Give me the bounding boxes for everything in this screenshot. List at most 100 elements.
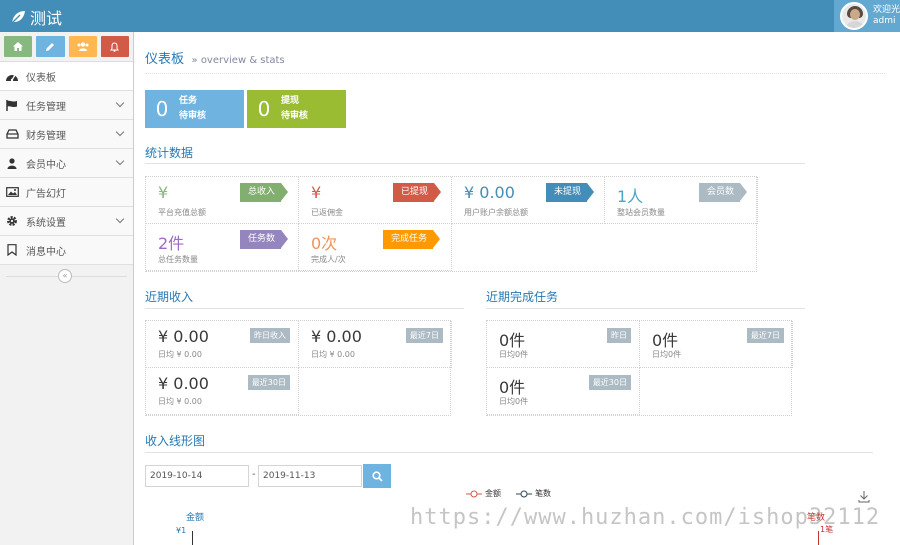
stat-cell-income: ¥ 平台充值总额 总收入 xyxy=(146,177,299,224)
income-desc: 日均 ¥ 0.00 xyxy=(158,350,202,359)
pencil-icon xyxy=(46,42,55,51)
legend-count[interactable]: 笔数 xyxy=(516,488,551,499)
bell-icon xyxy=(110,41,120,52)
chevron-down-icon xyxy=(115,156,125,166)
page-subtitle: » overview & stats xyxy=(191,55,285,66)
infobox-label: 提现 xyxy=(281,96,300,106)
legend-label: 金额 xyxy=(485,489,501,498)
income-value: ¥ 0.00 xyxy=(158,327,209,346)
chart-axis-name: 金额 xyxy=(186,513,205,523)
stat-desc: 平台充值总额 xyxy=(158,208,206,217)
sidebar-item-members[interactable]: 会员中心 xyxy=(0,149,133,178)
stat-value: ¥ xyxy=(311,183,322,202)
sidebar-item-dashboard[interactable]: 仪表板 xyxy=(0,62,133,91)
income-value: ¥ 0.00 xyxy=(158,374,209,393)
income-cell-7days: ¥ 0.00 日均 ¥ 0.00 最近7日 xyxy=(299,321,452,368)
sidebar: 仪表板 任务管理 财务管理 会员中心 广告幻灯 系统设置 消息中心 « xyxy=(0,32,134,545)
tasks-value: 0件 xyxy=(499,331,526,350)
infobox-value: 0 xyxy=(257,97,271,121)
sidebar-collapse: « xyxy=(0,265,133,287)
infobox-sublabel: 待审核 xyxy=(179,111,207,121)
sidebar-item-label: 广告幻灯 xyxy=(26,188,66,200)
shortcut-notify-button[interactable] xyxy=(100,36,129,57)
income-cell-30days: ¥ 0.00 日均 ¥ 0.00 最近30日 xyxy=(146,368,299,415)
dashboard-icon xyxy=(5,70,19,82)
income-grid: ¥ 0.00 日均 ¥ 0.00 昨日收入 ¥ 0.00 日均 ¥ 0.00 最… xyxy=(145,320,452,416)
stat-cell-members: 1人 整站会员数量 会员数 xyxy=(605,177,758,224)
stats-grid: ¥ 平台充值总额 总收入 ¥ 已返佣金 已提现 ¥ 0.00 用户账户余额总额 … xyxy=(145,176,758,272)
page-title: 仪表板 xyxy=(145,52,185,67)
sidebar-item-settings[interactable]: 系统设置 xyxy=(0,207,133,236)
chevron-down-icon xyxy=(115,127,125,137)
tasks-tag: 昨日 xyxy=(607,328,631,343)
watermark: https://www.huzhan.com/ishop32112 xyxy=(410,505,881,530)
search-icon xyxy=(371,470,383,482)
shortcut-users-button[interactable] xyxy=(68,36,97,57)
shortcut-edit-button[interactable] xyxy=(36,36,65,57)
income-cell-yesterday: ¥ 0.00 日均 ¥ 0.00 昨日收入 xyxy=(146,321,299,368)
stat-cell-task-count: 2件 总任务数量 任务数 xyxy=(146,224,299,271)
user-greeting: 欢迎光 xyxy=(873,5,900,15)
chart-first-tick: ¥1 xyxy=(176,526,187,535)
leaf-icon xyxy=(11,11,25,24)
search-button[interactable] xyxy=(363,464,391,488)
infobox-task-pending[interactable]: 0 任务 待审核 xyxy=(145,90,244,128)
stat-tag: 任务数 xyxy=(240,230,289,249)
stat-desc: 用户账户余额总额 xyxy=(464,208,528,217)
shortcut-home-button[interactable] xyxy=(4,36,33,57)
stat-desc: 完成人/次 xyxy=(311,255,346,264)
sidebar-item-label: 仪表板 xyxy=(26,72,56,84)
tasks-desc: 日均0件 xyxy=(499,350,529,359)
stat-tag: 完成任务 xyxy=(383,230,441,249)
sidebar-shortcuts xyxy=(0,32,133,62)
drive-icon xyxy=(5,128,19,140)
start-date-input[interactable] xyxy=(145,465,249,487)
infobox-withdraw-pending[interactable]: 0 提现 待审核 xyxy=(247,90,346,128)
tasks-value: 0件 xyxy=(652,331,679,350)
stat-tag: 会员数 xyxy=(699,183,748,202)
stat-desc: 已返佣金 xyxy=(311,208,343,217)
sidebar-item-label: 消息中心 xyxy=(26,246,66,258)
end-date-input[interactable] xyxy=(258,465,362,487)
stats-title: 统计数据 xyxy=(145,146,194,160)
download-icon xyxy=(858,491,870,503)
tasks-desc: 日均0件 xyxy=(652,350,682,359)
sidebar-item-messages[interactable]: 消息中心 xyxy=(0,236,133,265)
chart-right-axis xyxy=(818,531,819,545)
flag-icon xyxy=(5,99,19,111)
chart-y-axis xyxy=(192,531,193,545)
date-separator: - xyxy=(252,469,256,480)
user-menu[interactable]: 欢迎光 admi xyxy=(834,0,900,32)
tasks-grid: 0件 日均0件 昨日 0件 日均0件 最近7日 0件 日均0件 最近30日 xyxy=(486,320,793,416)
stat-value: ¥ 0.00 xyxy=(464,183,515,202)
sidebar-item-finance[interactable]: 财务管理 xyxy=(0,120,133,149)
brand[interactable]: 测试 xyxy=(10,5,62,29)
infobox-value: 0 xyxy=(155,97,169,121)
income-value: ¥ 0.00 xyxy=(311,327,362,346)
sidebar-item-ads[interactable]: 广告幻灯 xyxy=(0,178,133,207)
picture-icon xyxy=(5,186,19,198)
sidebar-item-label: 财务管理 xyxy=(26,130,66,142)
stat-cell-withdrawn: ¥ 已返佣金 已提现 xyxy=(299,177,452,224)
tasks-desc: 日均0件 xyxy=(499,397,529,406)
stat-cell-balance: ¥ 0.00 用户账户余额总额 未提现 xyxy=(452,177,605,224)
sidebar-collapse-button[interactable]: « xyxy=(58,269,72,283)
stat-desc: 总任务数量 xyxy=(158,255,198,264)
stat-value: 0次 xyxy=(311,234,338,253)
sidebar-item-label: 系统设置 xyxy=(26,217,66,229)
download-button[interactable] xyxy=(858,490,870,506)
tasks-value: 0件 xyxy=(499,378,526,397)
legend-amount[interactable]: 金额 xyxy=(466,488,501,499)
stat-tag: 已提现 xyxy=(393,183,442,202)
stat-tag: 未提现 xyxy=(546,183,595,202)
tasks-tag: 最近7日 xyxy=(746,328,784,343)
stat-value: 1人 xyxy=(617,187,644,206)
bookmark-icon xyxy=(5,244,19,256)
stat-cell-completed: 0次 完成人/次 完成任务 xyxy=(299,224,452,271)
user-icon xyxy=(5,157,19,169)
stat-value: ¥ xyxy=(158,183,169,202)
stat-desc: 整站会员数量 xyxy=(617,208,665,217)
infobox-label: 任务 xyxy=(179,96,198,106)
sidebar-item-tasks[interactable]: 任务管理 xyxy=(0,91,133,120)
chart-title: 收入线形图 xyxy=(145,434,206,448)
